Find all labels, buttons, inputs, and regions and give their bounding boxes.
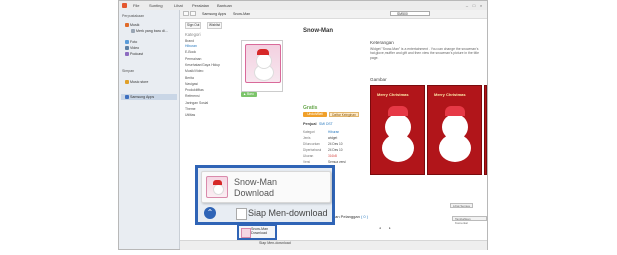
download-mini-card[interactable]: Snow-Man Download — [237, 224, 277, 240]
sidebar-section-store: Simpan — [122, 69, 135, 73]
category-item[interactable]: Navigasi — [185, 82, 198, 86]
meta-key: Jenis — [303, 136, 311, 140]
meta-key: Kategori — [303, 130, 315, 134]
sidebar-item-photo[interactable]: Foto — [125, 40, 137, 45]
meta-value[interactable]: Hiburan — [328, 130, 339, 134]
category-item[interactable]: Brand — [185, 39, 194, 43]
menu-help[interactable]: Bantuan — [217, 3, 232, 8]
screenshot[interactable]: Merry Christmas — [427, 85, 482, 175]
download-status-text: Siap Men-download — [248, 208, 328, 218]
download-app-name: Snow-Man — [234, 177, 278, 187]
toolbar: Samsung Apps Snow-Man SM500 — [180, 10, 487, 19]
status-bar — [180, 240, 487, 250]
sidebar-item-video[interactable]: Video — [125, 46, 139, 51]
screenshots-title: Gambar — [370, 77, 387, 82]
app-logo-icon — [122, 3, 127, 8]
mini-app-name: Snow-Man Download — [251, 227, 269, 235]
category-item[interactable]: Kesehatan/Gaya Hidup — [185, 63, 220, 67]
menu-edit[interactable]: Sunting — [149, 3, 163, 8]
download-subtitle: Download — [234, 188, 275, 198]
wishlist-button[interactable]: Daftar Keinginan — [329, 112, 359, 117]
category-item[interactable]: Hiburan — [185, 44, 197, 48]
category-item[interactable]: Utilitas — [185, 113, 195, 117]
menu-file[interactable]: File — [133, 3, 139, 8]
statusbar-download-status: Siap Men-download — [259, 241, 291, 245]
meta-key: Diperbaharui — [303, 148, 322, 152]
menu-view[interactable]: Lihat — [174, 3, 183, 8]
sidebar-item-samsung-apps[interactable]: Samsung Apps — [125, 95, 154, 100]
meta-value: widget — [328, 136, 338, 140]
apps-icon — [125, 95, 129, 100]
sidebar-section-library: Perpustakaan — [122, 14, 145, 18]
app-name: Snow-Man — [303, 28, 333, 34]
category-item[interactable]: Jaringan Sosial — [185, 101, 208, 105]
seller-label: Penjual — [303, 122, 317, 126]
meta-key: Diluncurkan — [303, 142, 320, 146]
playlist-icon — [131, 29, 135, 34]
meta-key: Versi — [303, 160, 311, 164]
tab-sign-out[interactable]: Sign Out — [185, 22, 202, 29]
minimize-icon[interactable]: – — [464, 3, 470, 8]
description-text: Widget "Snow-Man" is a entertainment . Y… — [370, 47, 479, 60]
sidebar: Perpustakaan Musik Merk yang baru di... … — [119, 10, 180, 249]
meta-value: Semua versi — [328, 160, 346, 164]
sidebar-item-music[interactable]: Musik — [125, 23, 139, 28]
podcast-icon — [125, 52, 129, 57]
screenshot[interactable]: Merry Christmas — [370, 85, 425, 175]
category-item[interactable]: Produktifitas — [185, 88, 204, 92]
video-icon — [125, 46, 129, 51]
meta-value: 24 Des 10 — [328, 142, 343, 146]
meta-value: 316kB — [328, 154, 338, 158]
snowman-icon — [245, 44, 281, 83]
see-all-button[interactable]: Lihat Semua — [450, 203, 473, 208]
category-item[interactable]: Referensi — [185, 94, 200, 98]
category-item[interactable]: Musik/Video — [185, 69, 203, 73]
price-label: Gratis — [303, 105, 318, 111]
snowman-app-icon — [206, 176, 228, 198]
device-select[interactable]: SM500 — [390, 11, 430, 16]
breadcrumb-item: Snow-Man — [233, 12, 251, 16]
photo-icon — [125, 40, 129, 45]
write-review-button[interactable]: Tambahkan Komentar — [452, 216, 487, 225]
sidebar-item-new[interactable]: Merk yang baru di... — [131, 29, 168, 34]
reviews-label: lasan Pelanggan ( 0 ) — [330, 214, 369, 219]
category-item[interactable]: Permainan — [185, 57, 201, 61]
snowman-mini-icon — [241, 228, 251, 238]
app-thumbnail — [241, 40, 283, 92]
new-badge: ▲ Baru — [241, 92, 257, 97]
category-item[interactable]: E-Book — [185, 50, 196, 54]
download-popup: Snow-Man Download ⌃ Siap Men-download — [195, 165, 335, 225]
category-title: Kategori — [185, 32, 201, 37]
close-icon[interactable]: × — [478, 3, 484, 8]
description-title: Keterangan — [370, 40, 394, 45]
menu-tools[interactable]: Peralatan — [192, 3, 209, 8]
meta-key: Ukuran — [303, 154, 314, 158]
category-item[interactable]: Theme — [185, 107, 196, 111]
sidebar-item-music-store[interactable]: Music store — [125, 80, 148, 85]
category-item[interactable]: Berita — [185, 76, 194, 80]
breadcrumb-store[interactable]: Samsung Apps — [202, 12, 226, 16]
back-button[interactable] — [183, 11, 189, 16]
pager-next[interactable]: ▸ — [389, 226, 391, 230]
download-button[interactable]: Unduh/Beli — [303, 112, 327, 117]
expand-up-icon[interactable]: ⌃ — [204, 207, 216, 219]
download-item-card[interactable]: Snow-Man Download — [201, 171, 331, 203]
pager-prev[interactable]: ◂ — [379, 226, 381, 230]
meta-value: 24 Des 10 — [328, 148, 343, 152]
music-icon — [125, 23, 129, 28]
tab-wishlist[interactable]: Wishlist — [207, 22, 222, 29]
seller-value[interactable]: SMI DST — [319, 122, 333, 126]
download-status-icon — [236, 208, 247, 220]
forward-button[interactable] — [190, 11, 196, 16]
store-icon — [125, 80, 129, 85]
sidebar-item-podcast[interactable]: Podcast — [125, 52, 143, 57]
screenshot[interactable] — [484, 85, 487, 175]
maximize-icon[interactable]: □ — [471, 3, 477, 8]
